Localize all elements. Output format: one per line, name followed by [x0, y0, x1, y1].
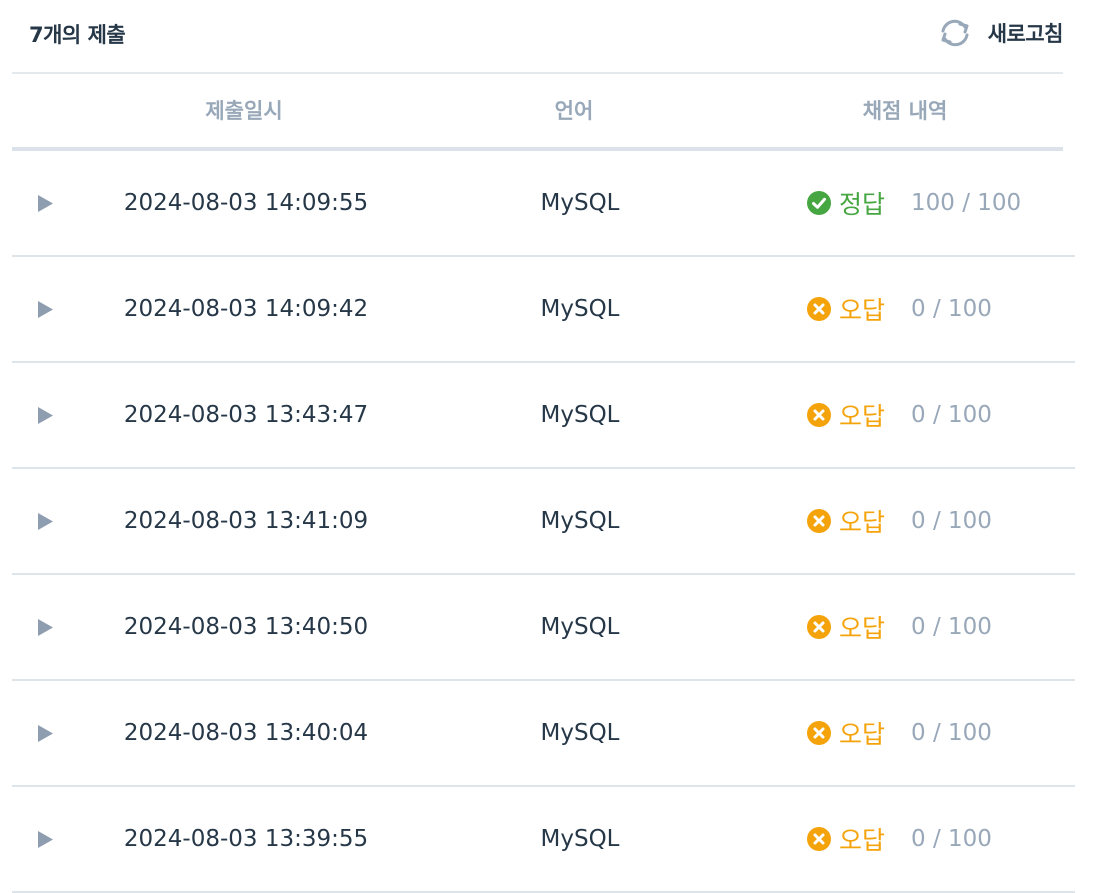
- submission-language: MySQL: [540, 508, 620, 534]
- submission-datetime: 2024-08-03 14:09:42: [123, 296, 369, 322]
- submission-count-title: 7개의 제출: [29, 23, 126, 47]
- result-status-label: 오답: [839, 296, 886, 325]
- result-score: 100 / 100: [911, 190, 1022, 216]
- expand-triangle-icon: [38, 194, 53, 212]
- result-status-label: 정답: [839, 190, 886, 219]
- result-cell: 정답 100 / 100: [807, 151, 1021, 255]
- expand-row-button[interactable]: [37, 681, 54, 785]
- submission-datetime: 2024-08-03 13:40:50: [123, 614, 369, 640]
- expand-triangle-icon: [38, 512, 53, 530]
- submission-history-panel: 7개의 제출 새로고침 제출일시 언어 채점 내역 2024-08-03 14:…: [0, 0, 1110, 893]
- table-row[interactable]: 2024-08-03 14:09:55 MySQL 정답 100 / 100: [12, 151, 1075, 257]
- x-circle-icon: [807, 721, 831, 745]
- x-circle-icon: [807, 509, 831, 533]
- result-score: 0 / 100: [911, 402, 992, 428]
- result-cell: 오답 0 / 100: [807, 575, 992, 679]
- expand-row-button[interactable]: [37, 257, 54, 361]
- result-cell: 오답 0 / 100: [807, 257, 992, 361]
- result-status-label: 오답: [839, 614, 886, 643]
- expand-triangle-icon: [38, 724, 53, 742]
- result-cell: 오답 0 / 100: [807, 363, 992, 467]
- expand-row-button[interactable]: [37, 151, 54, 255]
- submission-language: MySQL: [540, 296, 620, 322]
- refresh-label: 새로고침: [987, 22, 1064, 46]
- x-circle-icon: [807, 297, 831, 321]
- result-cell: 오답 0 / 100: [807, 787, 992, 891]
- submission-datetime: 2024-08-03 13:41:09: [123, 508, 369, 534]
- submission-table-body: 2024-08-03 14:09:55 MySQL 정답 100 / 100 2024-…: [12, 151, 1075, 893]
- submission-datetime: 2024-08-03 13:43:47: [123, 402, 369, 428]
- submission-datetime: 2024-08-03 13:39:55: [123, 826, 369, 852]
- submission-language: MySQL: [540, 614, 620, 640]
- result-cell: 오답 0 / 100: [807, 681, 992, 785]
- expand-triangle-icon: [38, 300, 53, 318]
- expand-triangle-icon: [38, 618, 53, 636]
- result-score: 0 / 100: [911, 826, 992, 852]
- check-circle-icon: [807, 191, 831, 215]
- expand-row-button[interactable]: [37, 363, 54, 467]
- x-circle-icon: [807, 403, 831, 427]
- refresh-button[interactable]: 새로고침: [936, 16, 1064, 50]
- column-header-language: 언어: [554, 99, 594, 123]
- result-score: 0 / 100: [911, 720, 992, 746]
- result-status-label: 오답: [839, 402, 886, 431]
- submission-datetime: 2024-08-03 13:40:04: [123, 720, 369, 746]
- expand-row-button[interactable]: [37, 575, 54, 679]
- result-status-label: 오답: [839, 720, 886, 749]
- submission-language: MySQL: [540, 826, 620, 852]
- column-header-datetime: 제출일시: [205, 99, 283, 123]
- result-status-label: 오답: [839, 826, 886, 855]
- result-status-label: 오답: [839, 508, 886, 537]
- table-header: 제출일시 언어 채점 내역: [12, 75, 1063, 151]
- submission-language: MySQL: [540, 402, 620, 428]
- table-row[interactable]: 2024-08-03 13:40:50 MySQL 오답 0 / 100: [12, 575, 1075, 681]
- table-row[interactable]: 2024-08-03 14:09:42 MySQL 오답 0 / 100: [12, 257, 1075, 363]
- submission-datetime: 2024-08-03 14:09:55: [123, 190, 369, 216]
- expand-row-button[interactable]: [37, 787, 54, 891]
- result-score: 0 / 100: [911, 508, 992, 534]
- table-row[interactable]: 2024-08-03 13:40:04 MySQL 오답 0 / 100: [12, 681, 1075, 787]
- column-header-result: 채점 내역: [862, 99, 948, 123]
- table-row[interactable]: 2024-08-03 13:43:47 MySQL 오답 0 / 100: [12, 363, 1075, 469]
- result-score: 0 / 100: [911, 614, 992, 640]
- table-row[interactable]: 2024-08-03 13:39:55 MySQL 오답 0 / 100: [12, 787, 1075, 893]
- submission-language: MySQL: [540, 190, 620, 216]
- table-row[interactable]: 2024-08-03 13:41:09 MySQL 오답 0 / 100: [12, 469, 1075, 575]
- x-circle-icon: [807, 615, 831, 639]
- submission-language: MySQL: [540, 720, 620, 746]
- result-cell: 오답 0 / 100: [807, 469, 992, 573]
- x-circle-icon: [807, 827, 831, 851]
- refresh-icon: [941, 19, 969, 47]
- expand-triangle-icon: [38, 830, 53, 848]
- result-score: 0 / 100: [911, 296, 992, 322]
- expand-triangle-icon: [38, 406, 53, 424]
- expand-row-button[interactable]: [37, 469, 54, 573]
- submission-header: 7개의 제출 새로고침: [12, 0, 1064, 74]
